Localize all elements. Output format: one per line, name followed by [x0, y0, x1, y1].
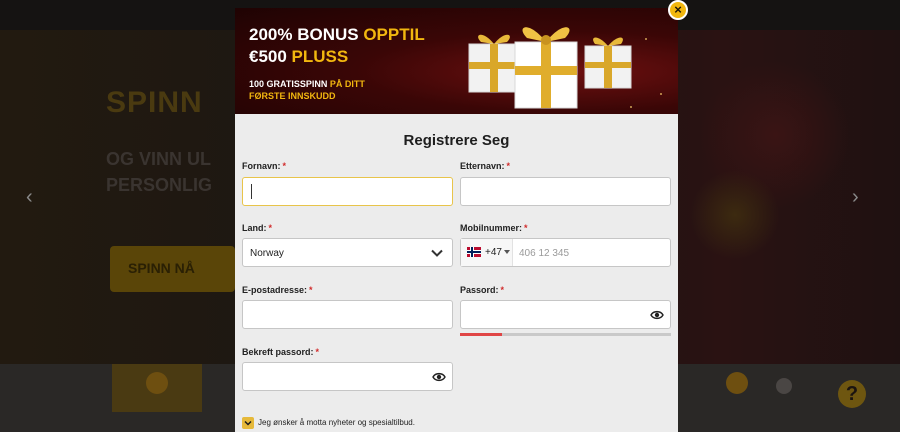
- first-name-input[interactable]: [242, 177, 453, 206]
- background-hero-subtitle-line: PERSONLIG: [106, 175, 213, 195]
- check-icon: [244, 420, 252, 426]
- newsletter-checkbox[interactable]: [242, 417, 254, 429]
- required-marker: *: [309, 285, 313, 295]
- sparkle: [660, 93, 662, 95]
- banner-text: 200% BONUS: [249, 25, 364, 44]
- text-caret: [251, 184, 252, 199]
- sparkle: [645, 38, 647, 40]
- required-marker: *: [506, 161, 511, 171]
- banner-headline-line2: €500 PLUSS: [249, 46, 348, 68]
- password-strength-fill: [460, 333, 503, 336]
- background-nav-icon: [146, 372, 168, 394]
- last-name-label: Etternavn: *: [460, 161, 510, 171]
- chevron-down-icon: [431, 249, 443, 257]
- label-text: Bekreft passord:: [242, 347, 314, 357]
- mobile-input[interactable]: +47 406 12 345: [460, 238, 671, 267]
- banner-sub-text-gold: PÅ DITT: [329, 79, 365, 89]
- background-hero-title: SPINN: [106, 86, 203, 119]
- caret-down-icon: [504, 250, 510, 254]
- label-text: Land:: [242, 223, 267, 233]
- mobile-placeholder: 406 12 345: [519, 248, 570, 259]
- eye-icon[interactable]: [650, 308, 664, 322]
- required-marker: *: [315, 347, 320, 357]
- background-hero-subtitle: OG VINN UL PERSONLIG: [106, 146, 246, 198]
- bonus-banner: 200% BONUS OPPTIL €500 PLUSS 100 GRATISS…: [235, 8, 678, 114]
- banner-text-gold: PLUSS: [291, 47, 349, 66]
- country-select-value: Norway: [250, 248, 284, 259]
- country-code-select[interactable]: +47: [461, 239, 513, 266]
- confirm-password-label: Bekreft passord: *: [242, 347, 319, 357]
- confirm-password-input[interactable]: [242, 362, 453, 391]
- required-marker: *: [268, 223, 273, 233]
- password-label: Passord: *: [460, 285, 504, 295]
- banner-sub-line2: FØRSTE INNSKUDD: [249, 91, 336, 101]
- background-hero-subtitle-line: OG VINN UL: [106, 149, 212, 169]
- banner-headline-line1: 200% BONUS OPPTIL: [249, 24, 425, 46]
- banner-sub-line1: 100 GRATISSPINN PÅ DITT: [249, 78, 365, 90]
- help-icon: ?: [838, 380, 866, 408]
- banner-text-gold: OPPTIL: [363, 25, 425, 44]
- arrow-left-icon: ‹: [26, 186, 33, 208]
- label-text: Etternavn:: [460, 161, 505, 171]
- label-text: Mobilnummer:: [460, 223, 522, 233]
- registration-modal: 200% BONUS OPPTIL €500 PLUSS 100 GRATISS…: [235, 8, 678, 432]
- arrow-right-icon: ›: [852, 186, 859, 208]
- label-text: E-postadresse:: [242, 285, 308, 295]
- background-nav-icon: [776, 378, 792, 394]
- background-decor: [690, 170, 780, 260]
- background-cta-button: SPINN NÅ: [110, 246, 235, 292]
- close-button[interactable]: ×: [668, 0, 688, 20]
- newsletter-label[interactable]: Jeg ønsker å motta nyheter og spesialtil…: [258, 418, 415, 427]
- first-name-label: Fornavn: *: [242, 161, 286, 171]
- form-title: Registrere Seg: [403, 132, 510, 149]
- norway-flag-icon: [467, 247, 481, 257]
- gift-icon: [468, 27, 632, 109]
- banner-text: €500: [249, 47, 292, 66]
- country-label: Land: *: [242, 223, 272, 233]
- password-strength-bar: [460, 333, 671, 336]
- banner-sub-text: 100 GRATISSPINN: [249, 79, 330, 89]
- mobile-label: Mobilnummer: *: [460, 223, 528, 233]
- email-label: E-postadresse: *: [242, 285, 313, 295]
- email-input[interactable]: [242, 300, 453, 329]
- label-text: Fornavn:: [242, 161, 281, 171]
- required-marker: *: [500, 285, 505, 295]
- label-text: Passord:: [460, 285, 499, 295]
- country-select[interactable]: Norway: [242, 238, 453, 267]
- country-code-value: +47: [485, 247, 502, 258]
- password-input[interactable]: [460, 300, 671, 329]
- eye-icon[interactable]: [432, 370, 446, 384]
- background-nav-icon: [726, 372, 748, 394]
- required-marker: *: [282, 161, 287, 171]
- required-marker: *: [524, 223, 528, 233]
- last-name-input[interactable]: [460, 177, 671, 206]
